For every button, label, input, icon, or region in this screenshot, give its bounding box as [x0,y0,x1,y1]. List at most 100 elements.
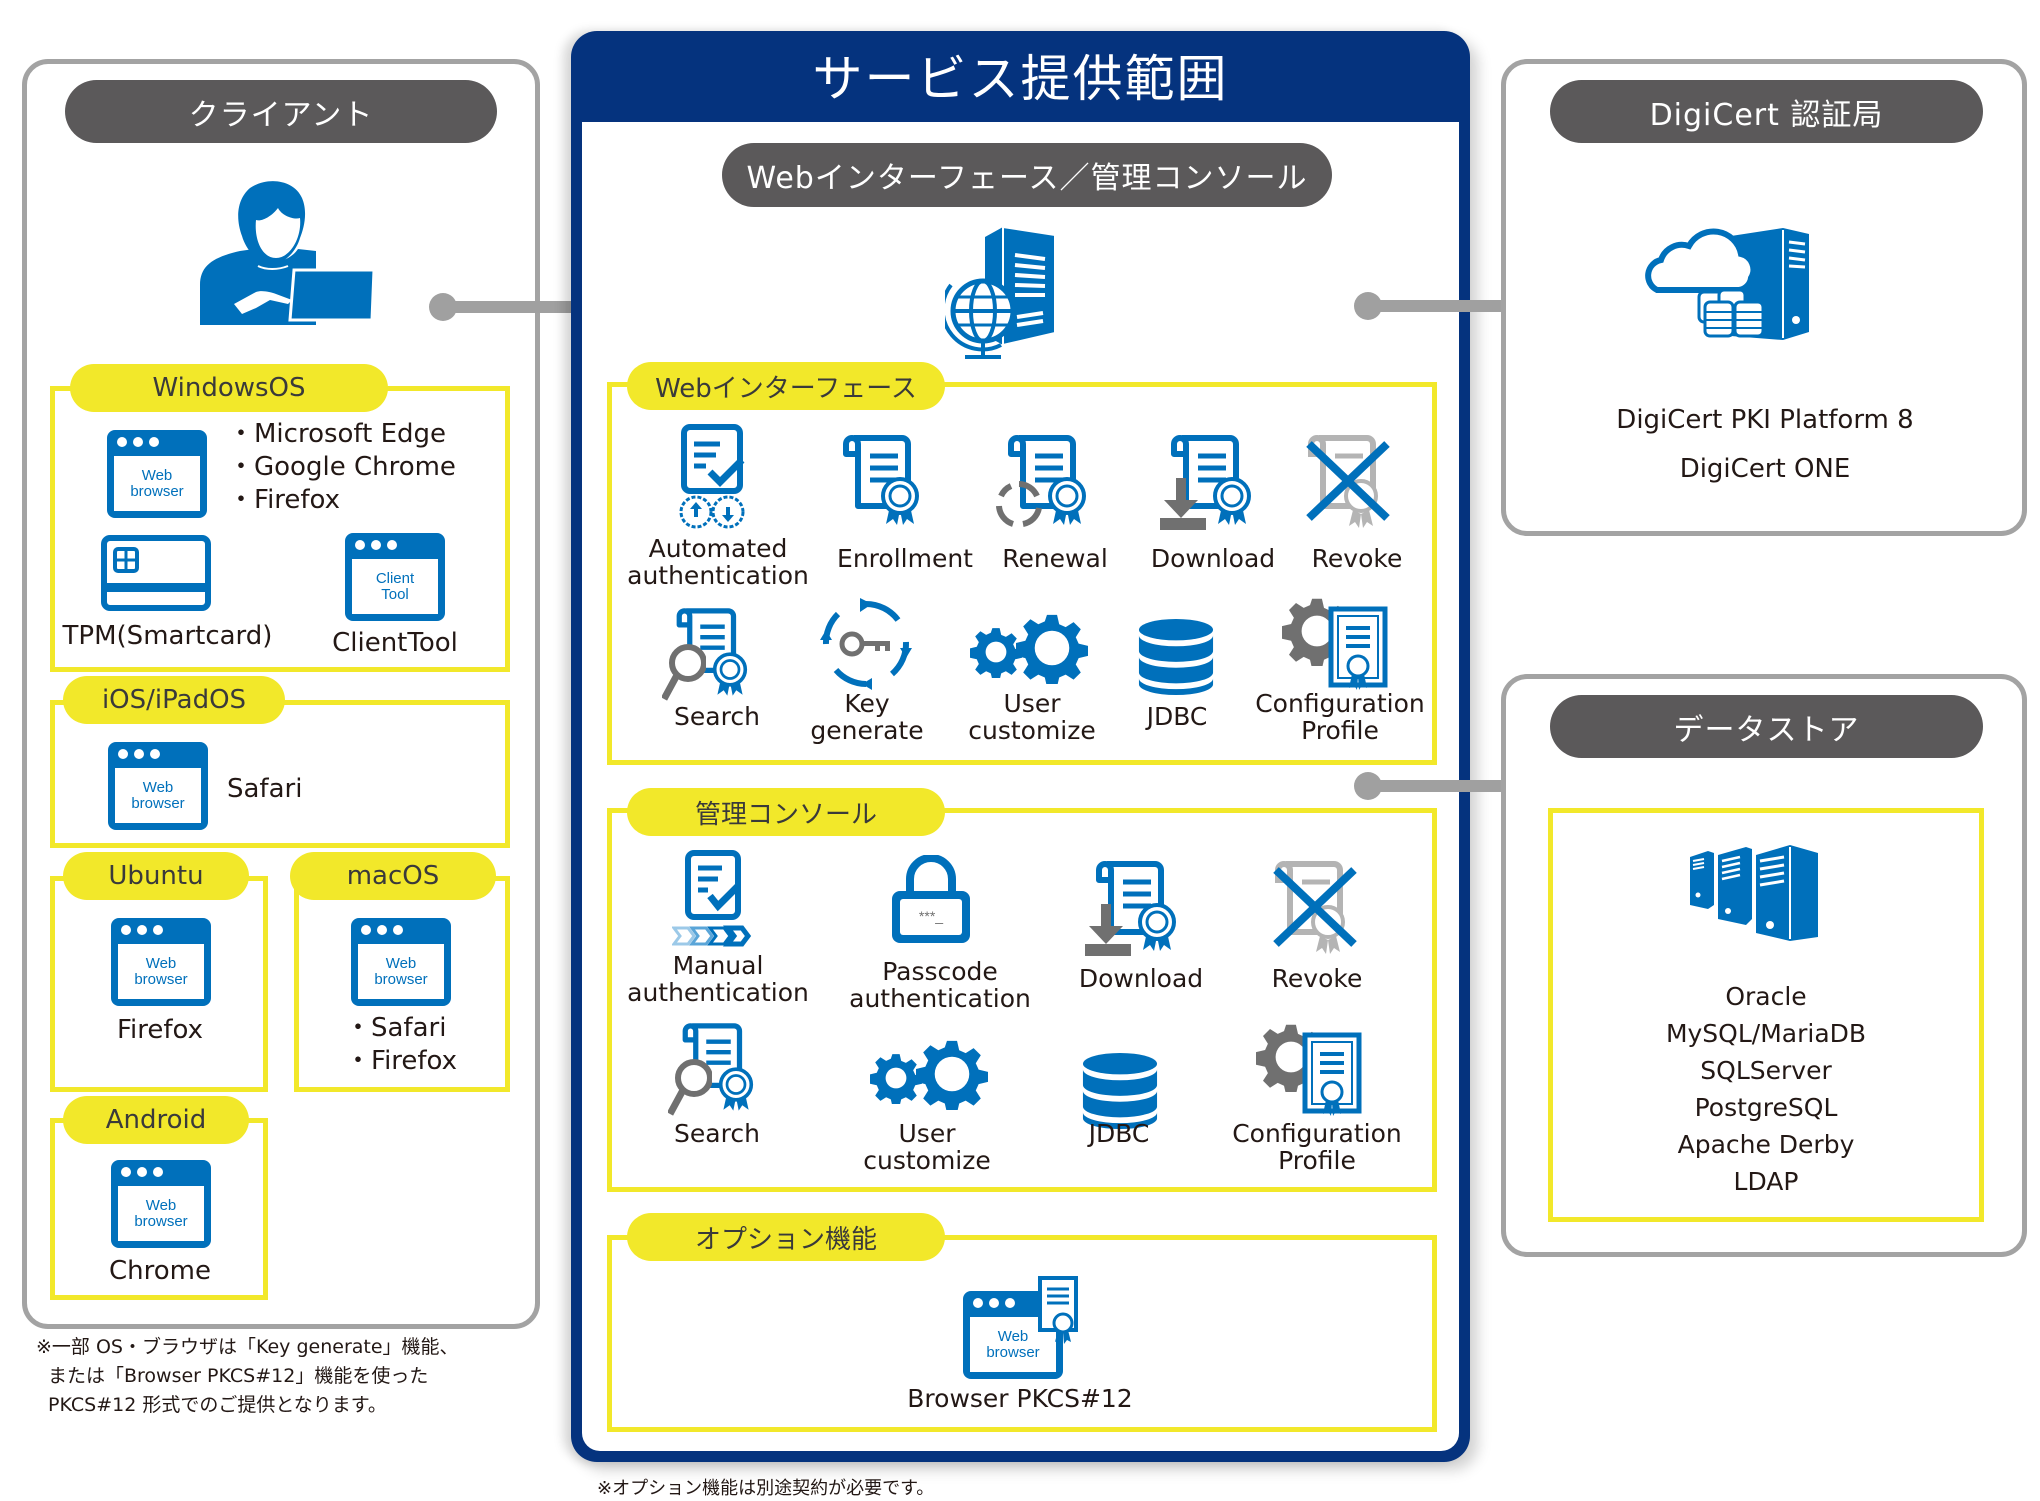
feature-label: Automated authentication [622,535,814,589]
label-line: generate [810,716,924,745]
feature-label: JDBC [1146,702,1208,731]
browser-icon-text: browser [986,1343,1040,1361]
feature-label: User customize [842,1120,1012,1174]
user-with-laptop-icon [200,181,374,325]
feature-label: Passcode authentication [840,958,1040,1012]
datastore-title: データストア [1550,695,1983,758]
client-tool-icon: Client Tool [345,533,445,621]
revoke-icon [1272,858,1362,958]
label-line: authentication [849,984,1031,1013]
feature-label: Enrollment [837,544,973,573]
database-item: Oracle [1725,982,1807,1011]
browser-icon-text: Web [141,466,173,484]
automated-auth-icon [679,424,745,529]
label-line: User [898,1119,956,1148]
browser-icon-text: browser [130,482,184,500]
browser-item: ・Safari [345,1013,447,1043]
cloud-server-icon [1645,228,1809,340]
tpm-label: TPM(Smartcard) [62,621,273,651]
manual-auth-icon [672,850,752,947]
connector-dot [1354,772,1382,800]
jdbc-icon [1136,618,1216,696]
feature-label: Search [674,1119,760,1148]
smartcard-icon [101,535,211,611]
options-label: オプション機能 [627,1213,945,1261]
browser-icon-text: browser [134,1212,188,1230]
browser-item: ・Google Chrome [228,452,456,482]
browser-icon-text: browser [131,794,185,812]
feature-label: Revoke [1311,544,1403,573]
windows-browser-list: ・Microsoft Edge ・Google Chrome ・Firefox [228,418,456,517]
web-browser-icon: Web browser [111,1160,211,1248]
ca-title: DigiCert 認証局 [1550,80,1983,143]
android-label: Android [63,1096,249,1144]
revoke-icon [1305,432,1395,532]
clienttool-label: ClientTool [332,628,458,658]
key-generate-icon [820,598,912,690]
label-line: authentication [627,561,809,590]
feature-label: JDBC [1088,1119,1150,1148]
connector-dot [429,293,457,321]
browser-icon-text: Web [145,954,177,972]
feature-label: Configuration Profile [1217,1120,1417,1174]
browser-icon-text: browser [134,970,188,988]
feature-label: Key generate [782,690,952,744]
label-line: authentication [627,978,809,1007]
web-browser-icon: Web browser [107,430,207,518]
connector-dot [1354,292,1382,320]
search-icon [662,605,757,705]
label-line: Automated [648,534,788,563]
passcode-icon-text: ***_ [919,908,943,924]
label-line: Configuration [1255,689,1425,718]
browser-item: ・Firefox [345,1046,458,1076]
ca-product: DigiCert PKI Platform 8 [1616,405,1914,435]
footnote-line: ※一部 OS・ブラウザは「Key generate」機能、 [36,1336,459,1358]
service-footnote: ※オプション機能は別途契約が必要です。 [597,1478,935,1499]
browser-icon-text: Web [142,778,174,796]
download-icon [1160,432,1260,532]
label-line: Profile [1301,716,1379,745]
feature-label: Manual authentication [622,952,814,1006]
web-interface-label: Webインターフェース [627,362,945,410]
browser-icon-text: browser [374,970,428,988]
browser-item: ・Firefox [228,485,341,515]
enrollment-icon [840,432,920,532]
label-line: Key [844,689,890,718]
browser-item: Safari [227,774,303,804]
feature-label: Revoke [1271,964,1363,993]
label-line: Configuration [1232,1119,1402,1148]
label-line: Profile [1278,1146,1356,1175]
database-item: SQLServer [1700,1056,1832,1085]
macos-label: macOS [290,852,496,900]
feature-label: Configuration Profile [1240,690,1440,744]
browser-pkcs12-icon: Web browser [963,1275,1083,1380]
ubuntu-label: Ubuntu [63,852,249,900]
macos-browser-list: ・Safari ・Firefox [345,1012,457,1078]
admin-console-label: 管理コンソール [627,788,945,836]
web-browser-icon: Web browser [351,918,451,1006]
label-line: Passcode [882,957,998,986]
label-line: Manual [672,951,764,980]
windows-label: WindowsOS [70,364,388,412]
client-tool-icon-text: Client [375,569,415,587]
database-item: Apache Derby [1677,1130,1855,1159]
footnote-line: または「Browser PKCS#12」機能を使った [48,1365,429,1387]
browser-icon-text: Web [997,1327,1029,1345]
download-icon [1085,858,1185,958]
user-customize-icon [970,612,1092,692]
web-browser-icon: Web browser [111,918,211,1006]
search-icon [668,1020,763,1120]
web-server-globe-icon [945,225,1056,359]
feature-label: Search [674,702,760,731]
browser-icon-text: Web [385,954,417,972]
feature-label: Browser PKCS#12 [907,1384,1133,1413]
ubuntu-browser: Firefox [116,1015,204,1045]
ios-label: iOS/iPadOS [63,676,285,724]
configuration-profile-icon [1256,1022,1366,1122]
database-item: PostgreSQL [1694,1093,1838,1122]
service-title: サービス提供範囲 [812,50,1229,108]
feature-label: Renewal [1002,544,1108,573]
ca-product: DigiCert ONE [1679,454,1851,484]
client-tool-icon-text: Tool [381,585,409,603]
user-customize-icon [870,1038,992,1118]
